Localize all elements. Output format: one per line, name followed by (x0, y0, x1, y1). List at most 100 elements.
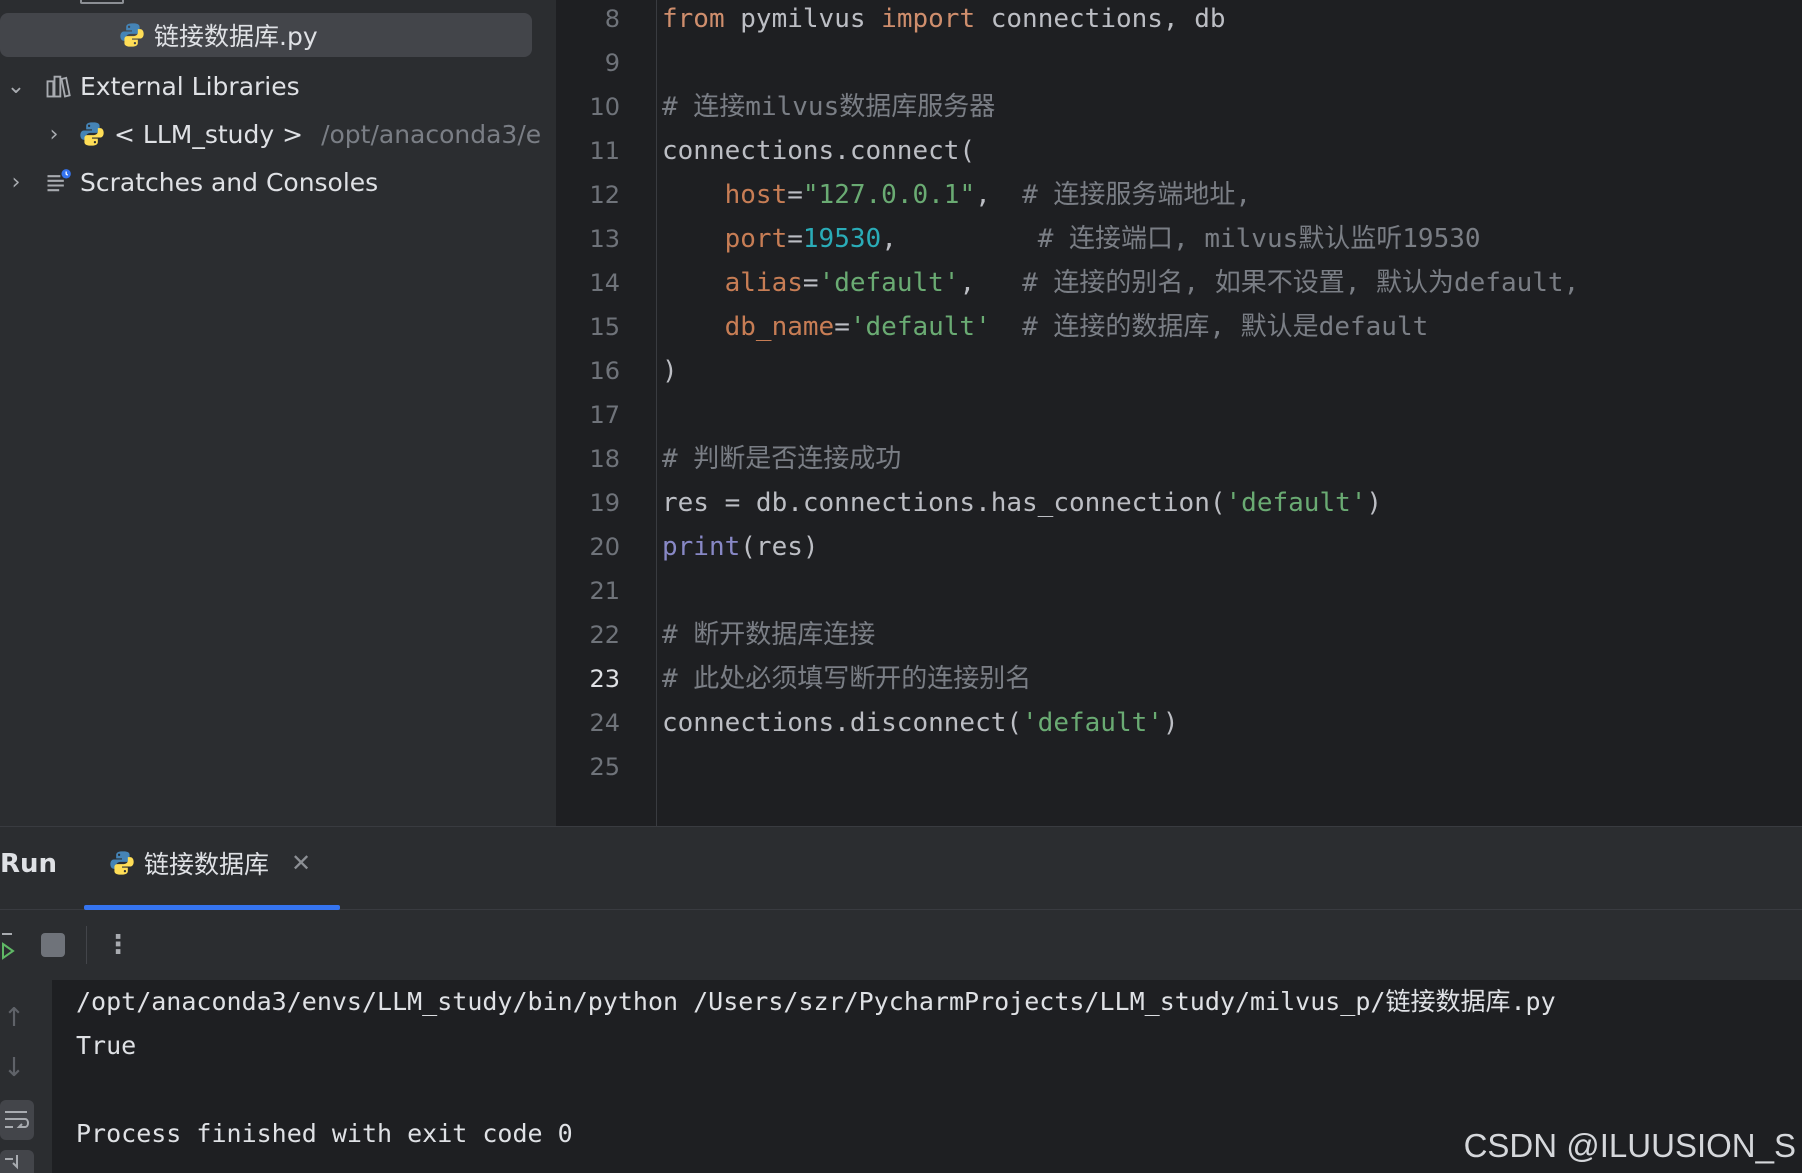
scroll-to-end-button[interactable] (0, 1150, 34, 1173)
code-line-11[interactable]: connections.connect( (662, 129, 975, 173)
line-number-gutter[interactable]: 8 9 10 11 12 13 14 15 16 17 18 19 20 21 … (556, 0, 657, 826)
code-text: , (975, 180, 1023, 210)
scroll-to-end-icon (5, 1154, 18, 1169)
code-text: = (802, 268, 819, 298)
library-icon (46, 75, 71, 98)
code-text: = (787, 224, 803, 254)
line-number: 8 (604, 5, 620, 33)
run-sidebar: ↑ ↓ (0, 980, 52, 1173)
stop-button[interactable] (40, 932, 66, 958)
run-tool-window: Run 链接数据库 ✕ ⋮ ↑ ↓ /opt/anaconda3/envs/LL… (0, 826, 1802, 1173)
line-number: 9 (604, 49, 620, 77)
chevron-down-icon[interactable]: ⌄ (2, 74, 30, 99)
code-text: (res) (740, 532, 819, 562)
soft-wrap-button[interactable] (0, 1100, 34, 1140)
keyword: from (662, 4, 725, 34)
run-toolbar: ⋮ (0, 910, 1802, 980)
code-text: pymilvus (724, 4, 882, 34)
stop-icon (41, 933, 65, 957)
soft-wrap-icon (5, 1111, 29, 1128)
code-line-19[interactable]: res = db.connections.has_connection('def… (662, 481, 1382, 525)
toolbar-divider (86, 926, 87, 964)
run-tab-label: 链接数据库 (144, 850, 270, 879)
param-name: alias (724, 268, 803, 298)
comment: # 连接服务端地址, (1022, 180, 1252, 210)
code-line-23[interactable]: # 此处必须填写断开的连接别名 (662, 657, 1031, 701)
code-line-13[interactable]: port=19530, # 连接端口, milvus默认监听19530 (662, 217, 1481, 261)
console-output[interactable]: /opt/anaconda3/envs/LLM_study/bin/python… (76, 980, 1556, 1156)
code-text: ) (1162, 708, 1179, 738)
param-name: host (724, 180, 788, 210)
rerun-button[interactable] (0, 928, 22, 962)
env-name-label: < LLM_study > (114, 119, 304, 149)
string-literal: 'default' (849, 312, 991, 342)
tree-item-env[interactable]: › < LLM_study > /opt/anaconda3/e (0, 112, 542, 156)
env-path-label: /opt/anaconda3/e (321, 119, 542, 149)
line-number-current: 23 (589, 665, 620, 693)
code-line-20[interactable]: print(res) (662, 525, 819, 569)
scratches-icon (47, 169, 71, 192)
code-text: connections.disconnect( (662, 708, 1023, 738)
code-text: res = db.connections.has_connection( (662, 488, 1226, 518)
close-icon[interactable]: ✕ (291, 849, 311, 877)
run-header: Run 链接数据库 ✕ (0, 827, 1802, 910)
tree-row-partial (80, 0, 124, 4)
selected-file-label: 链接数据库.py (154, 22, 318, 51)
tree-item-selected-file[interactable]: 链接数据库.py (0, 13, 532, 57)
line-number: 21 (589, 577, 620, 605)
line-number: 22 (589, 621, 620, 649)
param-name: port (724, 224, 788, 254)
run-tab[interactable]: 链接数据库 ✕ (108, 845, 311, 881)
tree-item-external-libraries[interactable]: ⌄ External Libraries (0, 64, 300, 108)
project-tree: 链接数据库.py ⌄ External Libraries › < LLM_st… (0, 0, 556, 826)
code-line-22[interactable]: # 断开数据库连接 (662, 613, 875, 657)
arrow-up-icon: ↑ (3, 1003, 25, 1033)
python-env-icon (80, 122, 104, 146)
code-text: ) (1366, 488, 1383, 518)
scroll-up-button[interactable]: ↑ (0, 1000, 28, 1036)
line-number: 13 (589, 225, 620, 253)
line-number: 25 (589, 753, 620, 781)
line-number: 14 (589, 269, 620, 297)
string-literal: 'default' (818, 268, 960, 298)
number-literal: 19530 (802, 224, 882, 254)
comment: # 连接的数据库, 默认是default (1022, 312, 1429, 342)
comment: # 连接的别名, 如果不设置, 默认为default, (1022, 268, 1580, 298)
code-text: connections, db (975, 4, 1226, 34)
code-text: , (959, 268, 1023, 298)
code-line-10[interactable]: # 连接milvus数据库服务器 (662, 85, 995, 129)
console-line: True (76, 1031, 137, 1060)
code-line-14[interactable]: alias='default', # 连接的别名, 如果不设置, 默认为defa… (662, 261, 1580, 305)
code-line-24[interactable]: connections.disconnect('default') (662, 701, 1179, 745)
console-line: Process finished with exit code 0 (76, 1119, 573, 1148)
scratches-label: Scratches and Consoles (80, 167, 379, 197)
code-line-12[interactable]: host="127.0.0.1", # 连接服务端地址, (662, 173, 1251, 217)
code-text: = (834, 312, 850, 342)
comment: # 连接端口, milvus默认监听19530 (1037, 224, 1481, 254)
code-line-15[interactable]: db_name='default' # 连接的数据库, 默认是default (662, 305, 1429, 349)
line-number: 15 (589, 313, 620, 341)
code-line-16[interactable]: ) (662, 349, 678, 393)
python-file-icon (120, 23, 144, 47)
keyword: import (881, 4, 976, 34)
code-text: = (787, 180, 803, 210)
code-line-18[interactable]: # 判断是否连接成功 (662, 437, 901, 481)
line-number: 18 (589, 445, 620, 473)
chevron-right-icon[interactable]: › (40, 122, 68, 147)
tree-item-scratches[interactable]: › Scratches and Consoles (0, 160, 379, 204)
more-options-button[interactable]: ⋮ (105, 926, 131, 964)
chevron-right-icon[interactable]: › (2, 170, 30, 195)
code-text: , (881, 224, 1038, 254)
watermark: CSDN @ILUUSION_S (1463, 1127, 1796, 1164)
line-number: 17 (589, 401, 620, 429)
code-editor[interactable]: from pymilvus import connections, db # 连… (657, 0, 1802, 826)
line-number: 10 (589, 93, 620, 121)
scroll-down-button[interactable]: ↓ (0, 1050, 28, 1086)
rerun-icon (2, 933, 15, 960)
code-line-8[interactable]: from pymilvus import connections, db (662, 0, 1226, 41)
external-libraries-label: External Libraries (80, 71, 300, 101)
param-name: db_name (724, 312, 835, 342)
line-number: 16 (589, 357, 620, 385)
